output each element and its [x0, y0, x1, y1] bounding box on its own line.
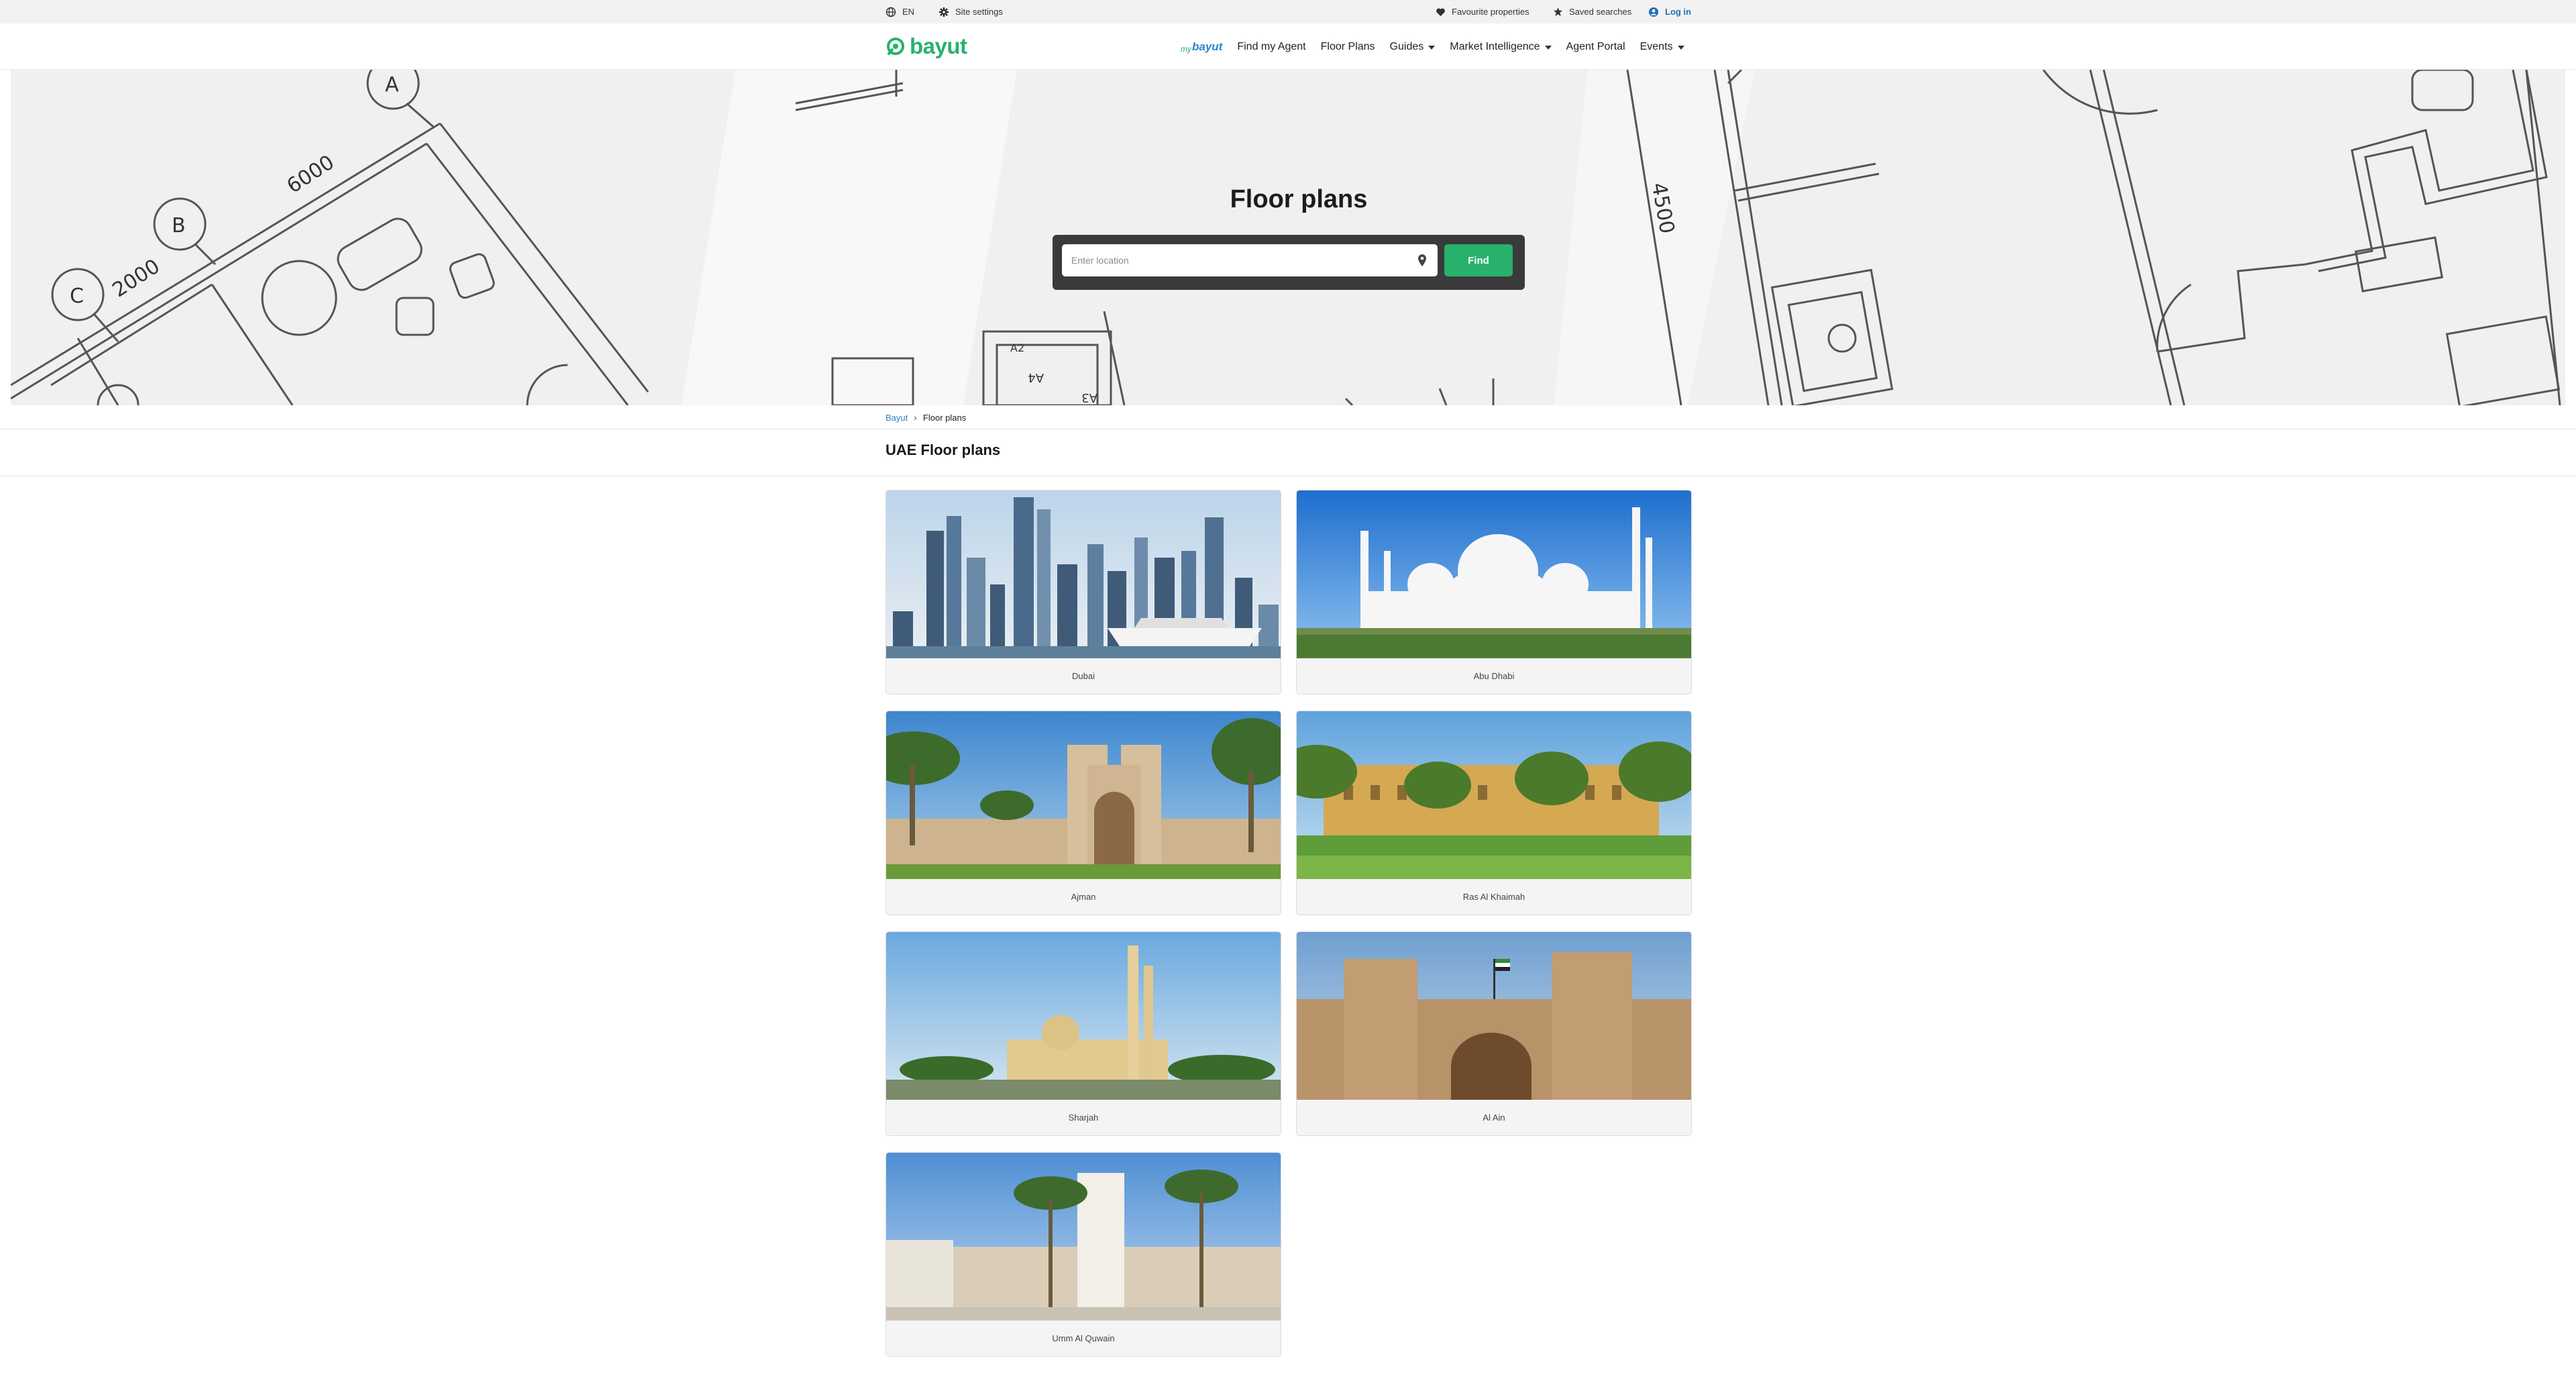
nav-events[interactable]: Events [1640, 41, 1684, 53]
city-photo [1297, 491, 1691, 658]
uaq-fort-photo [886, 1153, 1281, 1321]
saved-searches-link[interactable]: Saved searches [1553, 0, 1631, 23]
chevron-down-icon [1428, 45, 1436, 50]
bayut-logo[interactable]: bayut [885, 34, 967, 58]
plan-label: B [172, 214, 186, 238]
nav-label: Guides [1389, 40, 1424, 52]
breadcrumb: Bayut › Floor plans [885, 411, 966, 424]
nav-find-my-agent[interactable]: Find my Agent [1237, 41, 1305, 53]
rak-palm-buildings-photo [1297, 711, 1691, 879]
sharjah-mosque-photo [886, 932, 1281, 1100]
location-field[interactable] [1062, 244, 1438, 276]
plan-label: C [70, 285, 84, 308]
dubai-skyline-photo [886, 491, 1281, 658]
city-photo [886, 1153, 1281, 1321]
chevron-down-icon [1544, 45, 1552, 50]
main-navbar: bayut my bayut Find my Agent Floor Plans… [0, 23, 2576, 70]
nav-guides[interactable]: Guides [1390, 41, 1436, 53]
heart-icon [1436, 7, 1445, 16]
star-icon [1553, 7, 1563, 17]
bayut-logo-icon [887, 38, 904, 55]
favourites-label: Favourite properties [1452, 7, 1529, 17]
city-photo [1297, 711, 1691, 879]
city-card-dubai[interactable]: Dubai [885, 490, 1281, 694]
city-name: Abu Dhabi [1297, 658, 1691, 694]
user-icon [1649, 7, 1658, 17]
hero-banner: A B C 6000 2000 4500 A4 A3 A2 Floor plan… [11, 70, 2565, 405]
city-name: Dubai [886, 658, 1281, 694]
nav-agent-portal[interactable]: Agent Portal [1566, 41, 1625, 53]
city-card-sharjah[interactable]: Sharjah [885, 931, 1281, 1136]
language-switcher[interactable]: EN [885, 0, 914, 23]
utility-bar: EN Site settings Favourite properties Sa… [0, 0, 2576, 23]
city-card-al-ain[interactable]: Al Ain [1296, 931, 1692, 1136]
city-card-umm-al-quwain[interactable]: Umm Al Quwain [885, 1152, 1281, 1357]
city-name: Ajman [886, 879, 1281, 915]
city-photo [886, 932, 1281, 1100]
site-settings-label: Site settings [955, 7, 1003, 17]
plan-label: A [385, 73, 399, 97]
city-name: Al Ain [1297, 1100, 1691, 1135]
city-card-abu-dhabi[interactable]: Abu Dhabi [1296, 490, 1692, 694]
grand-mosque-photo [1297, 491, 1691, 658]
city-name: Ras Al Khaimah [1297, 879, 1691, 915]
globe-icon [885, 7, 896, 17]
ajman-museum-photo [886, 711, 1281, 879]
plan-label: A2 [1010, 342, 1024, 354]
chevron-right-icon: › [914, 412, 917, 423]
site-settings-link[interactable]: Site settings [938, 0, 1003, 23]
city-photo [886, 491, 1281, 658]
mybayut-prefix: my [1181, 44, 1191, 54]
nav-label: Floor Plans [1320, 40, 1375, 52]
nav-floor-plans[interactable]: Floor Plans [1321, 41, 1375, 53]
location-search-box: Find [1053, 235, 1525, 290]
al-ain-fort-photo [1297, 932, 1691, 1100]
gear-icon [939, 7, 949, 17]
city-name: Umm Al Quwain [886, 1321, 1281, 1356]
nav-market-intelligence[interactable]: Market Intelligence [1450, 40, 1552, 53]
city-card-ras-al-khaimah[interactable]: Ras Al Khaimah [1296, 711, 1692, 915]
saved-searches-label: Saved searches [1569, 7, 1632, 17]
favourite-properties-link[interactable]: Favourite properties [1436, 0, 1529, 23]
section-title: UAE Floor plans [885, 442, 1001, 458]
nav-label: Market Intelligence [1450, 40, 1540, 52]
city-photo [886, 711, 1281, 879]
city-name: Sharjah [886, 1100, 1281, 1135]
nav-label: Agent Portal [1566, 40, 1625, 52]
breadcrumb-home[interactable]: Bayut [885, 413, 908, 423]
logo-text: bayut [910, 34, 967, 58]
login-label: Log in [1665, 7, 1691, 17]
location-input[interactable] [1070, 254, 1405, 266]
nav-label: Find my Agent [1237, 40, 1306, 52]
location-pin-icon [1418, 254, 1426, 266]
mybayut-name: bayut [1192, 40, 1223, 53]
nav-label: Events [1640, 40, 1673, 52]
city-photo [1297, 932, 1691, 1100]
login-link[interactable]: Log in [1648, 0, 1691, 23]
chevron-down-icon [1677, 45, 1684, 50]
primary-nav: my bayut Find my Agent Floor Plans Guide… [1181, 23, 1684, 70]
language-label: EN [902, 7, 915, 17]
find-button[interactable]: Find [1444, 244, 1513, 276]
plan-label: A4 [1028, 370, 1044, 384]
breadcrumb-current: Floor plans [922, 412, 967, 423]
page-title: Floor plans [1230, 185, 1368, 213]
nav-mybayut[interactable]: my bayut [1181, 40, 1222, 54]
plan-label: A3 [1081, 391, 1097, 405]
city-card-ajman[interactable]: Ajman [885, 711, 1281, 915]
